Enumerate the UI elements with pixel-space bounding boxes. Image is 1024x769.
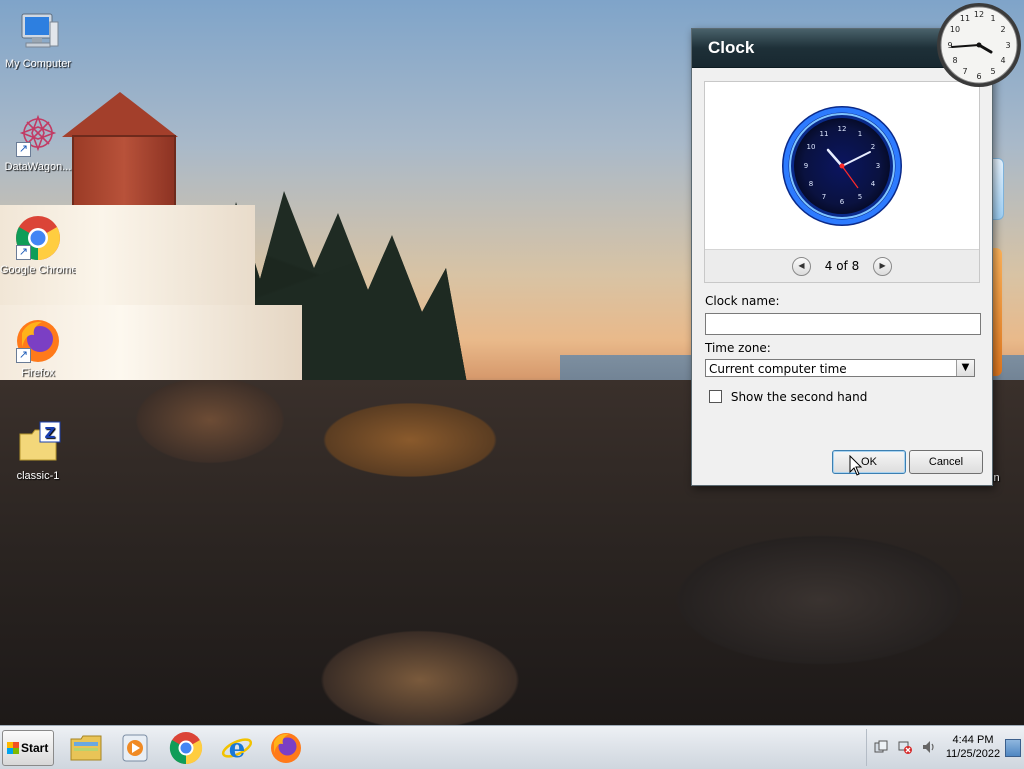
svg-text:9: 9 (947, 41, 952, 50)
action-center-flag-icon[interactable] (874, 740, 888, 754)
desktop-icon-label: classic-1 (16, 470, 60, 482)
zip-file-icon: Z (14, 420, 62, 468)
svg-text:3: 3 (876, 162, 880, 170)
media-player-icon (122, 734, 148, 762)
taskbar-internet-explorer[interactable]: e (219, 730, 255, 766)
show-second-hand-option[interactable]: Show the second hand (709, 390, 867, 404)
show-second-hand-checkbox[interactable] (709, 390, 722, 403)
clock-settings-dialog: Clock 12 1 2 345 678 9 10 11 ◀ 4 of 8 ▶ … (691, 28, 993, 486)
datawagon-icon: ↗ (14, 111, 62, 159)
desktop-icon-google-chrome[interactable]: ↗ Google Chrome (0, 214, 76, 276)
svg-text:4: 4 (871, 180, 876, 188)
desktop-icon-classic-1[interactable]: Z classic-1 (0, 420, 76, 482)
neon-clock-preview: 1212 345 678 91011 (782, 106, 902, 226)
svg-text:2: 2 (1000, 25, 1005, 34)
svg-text:12: 12 (838, 125, 847, 133)
taskbar-firefox[interactable] (268, 730, 304, 766)
desktop-icon-datawagon[interactable]: ↗ DataWagon... (0, 111, 76, 173)
taskbar: Start e 4:44 PM 11/25/2022 (0, 725, 1024, 769)
svg-text:8: 8 (952, 56, 957, 65)
clock-gadget[interactable]: 12 12 345 678 9 1011 (936, 2, 1022, 88)
show-desktop-button[interactable] (1005, 739, 1021, 757)
show-second-hand-label: Show the second hand (730, 390, 868, 404)
svg-text:4: 4 (1000, 56, 1005, 65)
clock-name-input[interactable] (705, 313, 981, 335)
svg-text:3: 3 (1005, 41, 1010, 50)
svg-text:1: 1 (858, 130, 862, 138)
taskbar-media-player[interactable] (117, 730, 153, 766)
svg-text:5: 5 (858, 193, 862, 201)
mouse-cursor-icon (849, 455, 863, 476)
wallpaper-lighthouse-roof (62, 92, 178, 137)
windows-logo-icon (7, 742, 19, 754)
clock-style-counter: 4 of 8 (824, 259, 860, 273)
svg-text:e: e (229, 734, 246, 764)
svg-text:10: 10 (950, 25, 960, 34)
svg-text:Z: Z (45, 424, 56, 442)
taskbar-clock[interactable]: 4:44 PM 11/25/2022 (943, 733, 1003, 761)
firefox-icon: ↗ (14, 317, 62, 365)
start-label: Start (21, 741, 49, 755)
desktop-icon-my-computer[interactable]: My Computer (0, 8, 76, 70)
shortcut-arrow-icon: ↗ (16, 142, 31, 157)
system-tray: 4:44 PM 11/25/2022 (866, 729, 1023, 766)
next-clock-button[interactable]: ▶ (873, 257, 893, 276)
desktop-icon-label: DataWagon... (4, 161, 72, 173)
taskbar-google-chrome[interactable] (168, 730, 204, 766)
svg-text:11: 11 (960, 14, 970, 23)
svg-text:7: 7 (962, 67, 967, 76)
svg-text:11: 11 (820, 130, 829, 138)
svg-text:2: 2 (871, 143, 875, 151)
internet-explorer-icon: e (221, 734, 253, 764)
desktop-icon-label: Firefox (21, 367, 55, 379)
time-zone-select[interactable]: Current computer time ▼ (705, 359, 975, 377)
ok-button[interactable]: OK (832, 450, 906, 474)
taskbar-date: 11/25/2022 (945, 748, 1001, 760)
svg-text:10: 10 (807, 143, 816, 151)
clock-preview-panel: 12 1 2 345 678 9 10 11 ◀ 4 of 8 ▶ (704, 81, 980, 283)
svg-text:7: 7 (822, 193, 826, 201)
clock-style-pager: ◀ 4 of 8 ▶ (705, 249, 979, 282)
start-button[interactable]: Start (2, 730, 54, 766)
file-explorer-icon (70, 735, 102, 761)
svg-text:1: 1 (990, 14, 995, 23)
taskbar-time: 4:44 PM (952, 734, 994, 746)
svg-text:12: 12 (974, 10, 984, 19)
clock-name-label: Clock name: (705, 294, 780, 308)
svg-text:9: 9 (804, 162, 808, 170)
svg-text:8: 8 (809, 180, 813, 188)
taskbar-file-explorer[interactable] (68, 730, 104, 766)
time-zone-label: Time zone: (705, 341, 771, 355)
shortcut-arrow-icon: ↗ (16, 348, 31, 363)
time-zone-selected-value: Current computer time (709, 362, 847, 376)
network-error-icon[interactable] (898, 740, 912, 754)
firefox-icon (271, 733, 301, 763)
svg-text:6: 6 (840, 198, 845, 206)
desktop-icon-label: Google Chrome (0, 264, 76, 276)
chevron-down-icon[interactable]: ▼ (956, 360, 974, 376)
desktop-icon-label: My Computer (4, 58, 72, 70)
cancel-button[interactable]: Cancel (909, 450, 983, 474)
volume-icon[interactable] (922, 740, 936, 754)
wallpaper-lighthouse-lantern (72, 135, 176, 211)
chrome-icon (169, 732, 203, 765)
previous-clock-button[interactable]: ◀ (791, 257, 811, 276)
desktop-icon-firefox[interactable]: ↗ Firefox (0, 317, 76, 379)
svg-text:6: 6 (976, 72, 981, 81)
shortcut-arrow-icon: ↗ (16, 245, 31, 260)
chrome-icon: ↗ (14, 214, 62, 262)
svg-text:5: 5 (990, 67, 995, 76)
computer-icon (14, 8, 62, 56)
